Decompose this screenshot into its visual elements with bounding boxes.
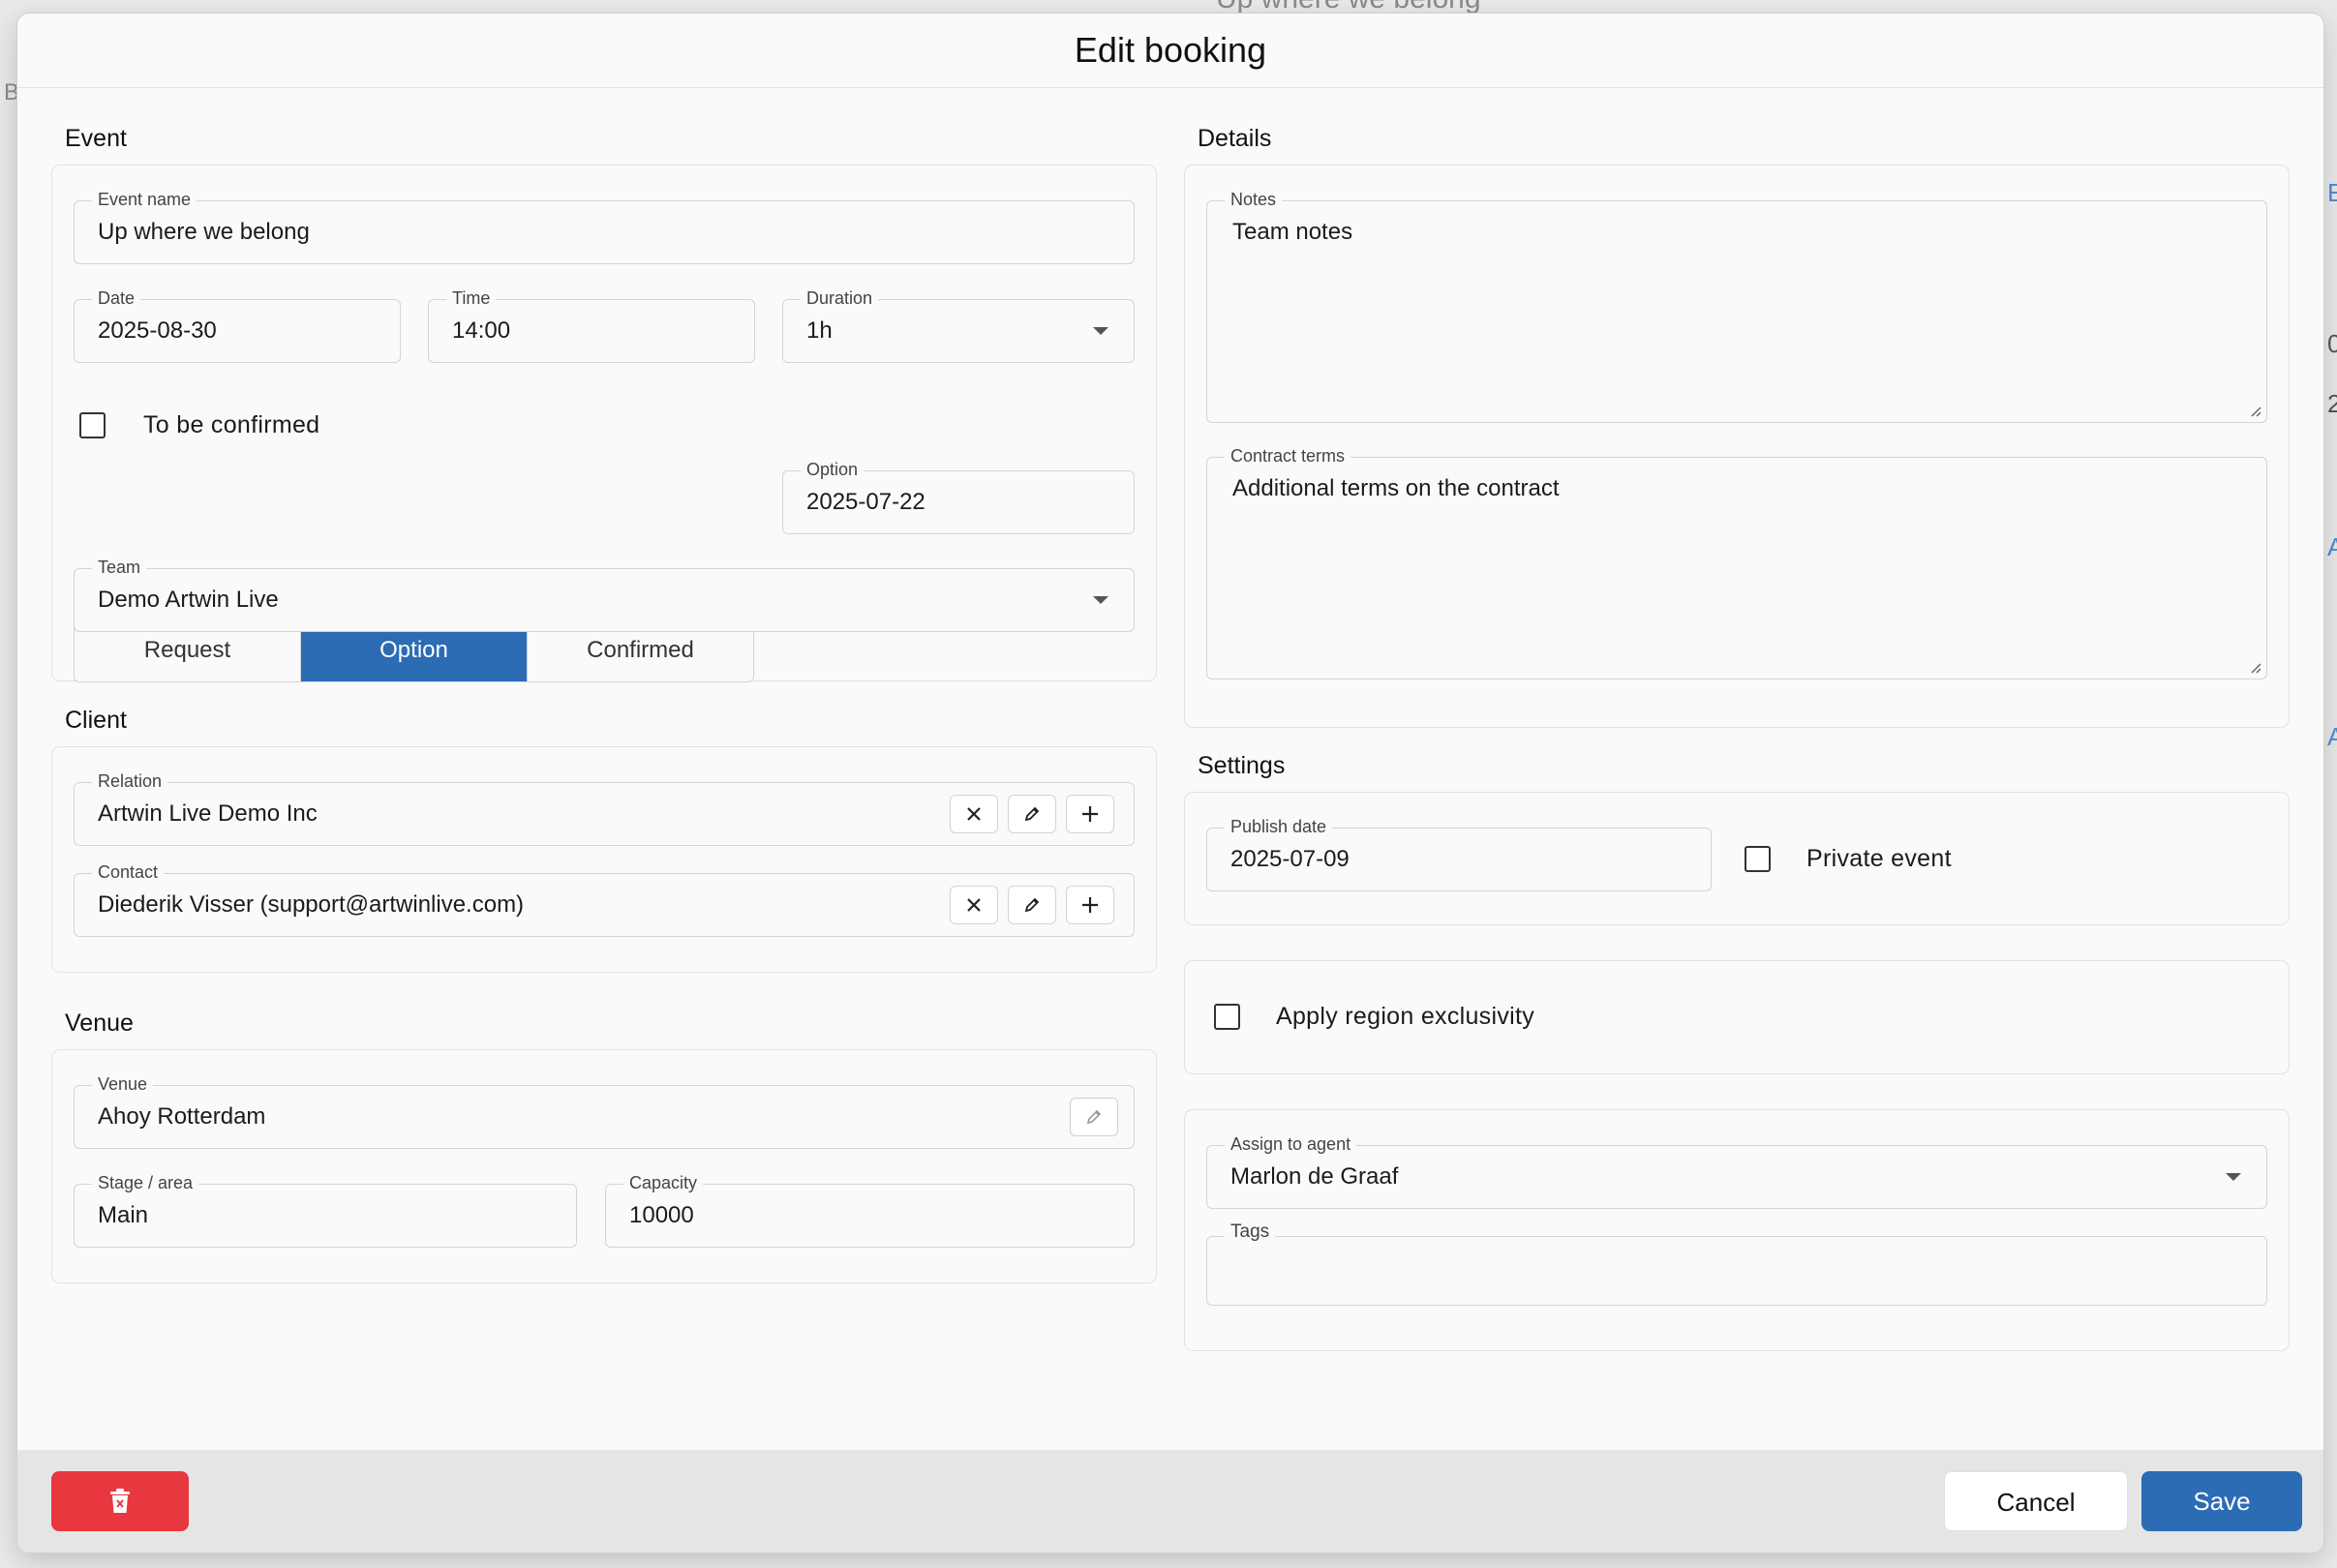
duration-value: 1h: [806, 317, 833, 344]
publish-date-field[interactable]: Publish date 2025-07-09: [1206, 816, 1712, 891]
field-label: Tags: [1225, 1221, 1276, 1243]
contact-field[interactable]: Contact Diederik Visser (support@artwinl…: [74, 861, 1135, 937]
dialog-footer: Cancel Save: [17, 1450, 2323, 1553]
relation-field[interactable]: Relation Artwin Live Demo Inc: [74, 770, 1135, 846]
background-right-fragment: A: [2327, 532, 2337, 561]
dialog-header: Edit booking: [17, 14, 2323, 88]
time-field[interactable]: Time 14:00: [428, 287, 755, 363]
field-label: Contract terms: [1225, 445, 1351, 467]
clear-contact-button[interactable]: [950, 886, 998, 924]
client-section-title: Client: [65, 707, 127, 734]
contact-value: Diederik Visser (support@artwinlive.com): [98, 891, 525, 918]
contract-terms-textarea[interactable]: Contract terms Additional terms on the c…: [1206, 445, 2267, 679]
team-select[interactable]: Team Demo Artwin Live: [74, 557, 1135, 632]
venue-card: Venue Ahoy Rotterdam Stage / area Main C…: [51, 1049, 1157, 1283]
region-exclusivity-label[interactable]: Apply region exclusivity: [1276, 1003, 1534, 1031]
private-event-label[interactable]: Private event: [1806, 845, 1952, 873]
chevron-down-icon: [2226, 1173, 2241, 1181]
publish-date-value: 2025-07-09: [1230, 846, 1350, 872]
private-event-checkbox[interactable]: [1745, 846, 1771, 872]
to-be-confirmed-label[interactable]: To be confirmed: [143, 411, 319, 439]
edit-booking-dialog: Edit booking Event Event name Up where w…: [17, 14, 2323, 1553]
background-right-fragment: E: [2327, 178, 2337, 207]
close-icon: [967, 807, 981, 821]
save-button[interactable]: Save: [2141, 1471, 2302, 1531]
team-value: Demo Artwin Live: [98, 587, 279, 613]
event-card: Event name Up where we belong Date 2025-…: [51, 165, 1157, 682]
relation-value: Artwin Live Demo Inc: [98, 800, 318, 827]
delete-button[interactable]: [51, 1471, 189, 1531]
event-name-value: Up where we belong: [98, 219, 310, 245]
clear-relation-button[interactable]: [950, 795, 998, 833]
pencil-icon: [1086, 1109, 1102, 1125]
date-field[interactable]: Date 2025-08-30: [74, 287, 401, 363]
capacity-field[interactable]: Capacity 10000: [605, 1172, 1135, 1248]
details-section-title: Details: [1198, 125, 1272, 152]
event-section-title: Event: [65, 125, 127, 152]
cancel-button[interactable]: Cancel: [1944, 1471, 2128, 1531]
resize-grip-icon[interactable]: [2247, 403, 2262, 418]
background-right-fragment: 2: [2327, 389, 2337, 418]
field-label: Notes: [1225, 189, 1283, 210]
background-right-fragment: 0: [2327, 329, 2337, 358]
notes-value: Team notes: [1232, 219, 1353, 245]
close-icon: [967, 898, 981, 912]
add-contact-button[interactable]: [1066, 886, 1114, 924]
event-name-field[interactable]: Event name Up where we belong: [74, 189, 1135, 264]
edit-contact-button[interactable]: [1008, 886, 1056, 924]
contract-terms-value: Additional terms on the contract: [1232, 475, 1560, 501]
option-date-value: 2025-07-22: [806, 489, 926, 515]
dialog-title: Edit booking: [1074, 30, 1267, 70]
option-date-field[interactable]: Option 2025-07-22: [782, 459, 1135, 534]
client-card: Relation Artwin Live Demo Inc Contact Di…: [51, 746, 1157, 973]
chevron-down-icon: [1093, 596, 1108, 604]
stage-value: Main: [98, 1202, 149, 1228]
plus-icon: [1082, 806, 1098, 822]
region-exclusivity-checkbox[interactable]: [1214, 1004, 1240, 1030]
resize-grip-icon[interactable]: [2247, 659, 2262, 675]
to-be-confirmed-checkbox[interactable]: [79, 412, 106, 438]
edit-relation-button[interactable]: [1008, 795, 1056, 833]
region-card: Apply region exclusivity: [1184, 960, 2290, 1074]
time-value: 14:00: [452, 317, 511, 344]
capacity-value: 10000: [629, 1202, 694, 1228]
pencil-icon: [1024, 806, 1040, 822]
details-card: Notes Team notes Contract terms Addition…: [1184, 165, 2290, 728]
venue-value: Ahoy Rotterdam: [98, 1103, 266, 1130]
settings-card: Publish date 2025-07-09 Private event: [1184, 792, 2290, 925]
plus-icon: [1082, 897, 1098, 913]
assign-agent-value: Marlon de Graaf: [1230, 1163, 1399, 1190]
trash-icon: [110, 1489, 130, 1513]
stage-field[interactable]: Stage / area Main: [74, 1172, 577, 1248]
settings-section-title: Settings: [1198, 752, 1286, 779]
agent-card: Assign to agent Marlon de Graaf Tags: [1184, 1109, 2290, 1351]
venue-section-title: Venue: [65, 1010, 134, 1037]
background-right-fragment: A: [2327, 722, 2337, 751]
add-relation-button[interactable]: [1066, 795, 1114, 833]
date-value: 2025-08-30: [98, 317, 217, 344]
edit-venue-button[interactable]: [1070, 1098, 1118, 1136]
duration-select[interactable]: Duration 1h: [782, 287, 1135, 363]
venue-field[interactable]: Venue Ahoy Rotterdam: [74, 1073, 1135, 1149]
notes-textarea[interactable]: Notes Team notes: [1206, 189, 2267, 423]
assign-agent-select[interactable]: Assign to agent Marlon de Graaf: [1206, 1133, 2267, 1209]
pencil-icon: [1024, 897, 1040, 913]
tags-input[interactable]: Tags: [1206, 1221, 2267, 1306]
chevron-down-icon: [1093, 327, 1108, 335]
